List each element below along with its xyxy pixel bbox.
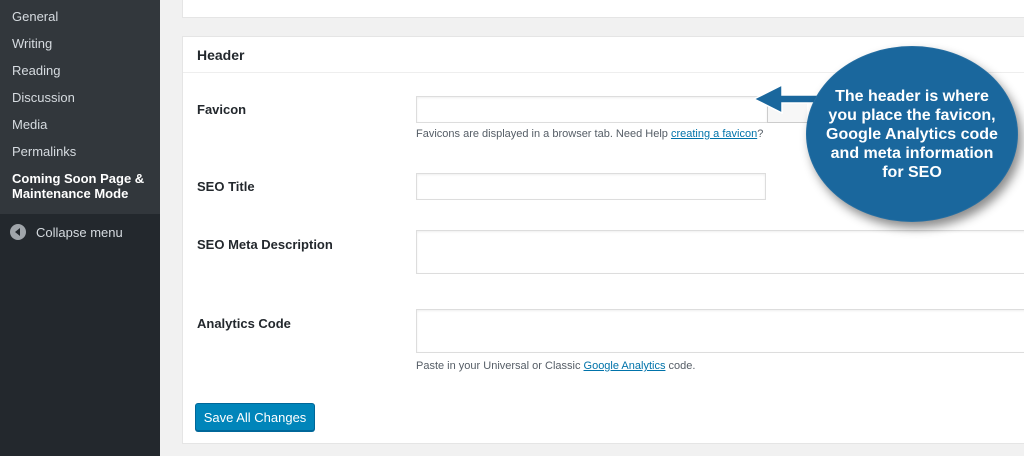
sidebar-item-writing[interactable]: Writing (12, 36, 52, 51)
favicon-help-prefix: Favicons are displayed in a browser tab.… (416, 128, 671, 140)
favicon-input[interactable] (416, 96, 768, 123)
favicon-help-text: Favicons are displayed in a browser tab.… (416, 128, 763, 140)
creating-favicon-link[interactable]: creating a favicon (671, 128, 757, 140)
google-analytics-link[interactable]: Google Analytics (584, 360, 666, 372)
admin-sidebar: General Writing Reading Discussion Media… (0, 0, 160, 456)
callout-text: The header is where you place the favico… (826, 87, 998, 181)
sidebar-item-media[interactable]: Media (12, 117, 47, 132)
analytics-help-prefix: Paste in your Universal or Classic (416, 360, 584, 372)
analytics-code-textarea[interactable] (416, 309, 1024, 353)
analytics-help-text: Paste in your Universal or Classic Googl… (416, 360, 695, 372)
sidebar-item-coming-soon[interactable]: Coming Soon Page & Maintenance Mode (12, 171, 152, 201)
arrow-left-circle-icon (10, 224, 26, 240)
analytics-help-suffix: code. (665, 360, 696, 372)
seo-meta-description-label: SEO Meta Description (197, 237, 333, 252)
favicon-label: Favicon (197, 102, 247, 117)
tutorial-callout: The header is where you place the favico… (806, 46, 1018, 222)
sidebar-item-discussion[interactable]: Discussion (12, 90, 75, 105)
seo-title-label: SEO Title (197, 179, 255, 194)
analytics-code-label: Analytics Code (197, 316, 291, 331)
collapse-menu-label: Collapse menu (36, 224, 123, 240)
collapse-menu-button[interactable]: Collapse menu (10, 224, 123, 240)
sidebar-item-permalinks[interactable]: Permalinks (12, 144, 76, 159)
sidebar-item-general[interactable]: General (12, 9, 58, 24)
panel-title: Header (197, 47, 245, 63)
settings-submenu: General Writing Reading Discussion Media… (0, 0, 160, 214)
seo-meta-description-textarea[interactable] (416, 230, 1024, 274)
save-all-changes-button[interactable]: Save All Changes (195, 403, 315, 431)
sidebar-item-reading[interactable]: Reading (12, 63, 60, 78)
previous-panel-edge (182, 0, 1024, 18)
seo-title-input[interactable] (416, 173, 766, 200)
favicon-help-suffix: ? (757, 128, 764, 140)
